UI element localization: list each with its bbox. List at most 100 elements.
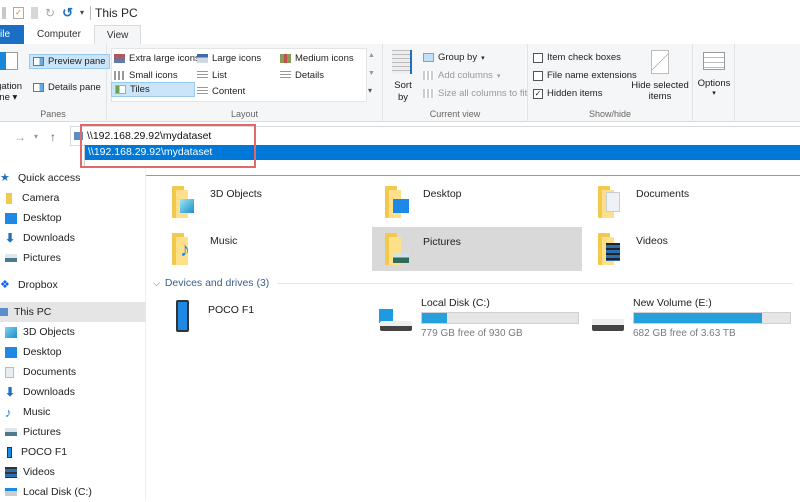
folder-tile-desktop[interactable]: Desktop	[365, 176, 575, 220]
drive-tile-new-volume-e[interactable]: New Volume (E:) 682 GB free of 3.63 TB	[590, 297, 800, 342]
sort-by-label: Sort by	[394, 80, 412, 103]
sidebar-item-dropbox[interactable]: ❖ Dropbox	[0, 275, 146, 295]
sidebar-item-quick-access[interactable]: ★ Quick access	[0, 168, 146, 188]
sidebar-item-label: Desktop	[23, 346, 62, 358]
folder-tile-documents[interactable]: Documents	[578, 176, 788, 220]
file-name-extensions-label: File name extensions	[547, 70, 637, 81]
folder-tile-pictures[interactable]: Pictures	[372, 227, 582, 271]
sidebar-item-label: Desktop	[23, 212, 62, 224]
preview-pane-icon	[33, 57, 44, 66]
layout-extra-large-icons[interactable]: Extra large icons	[114, 53, 200, 64]
up-button[interactable]: ↑	[50, 130, 56, 144]
sidebar-item-pictures-pc[interactable]: Pictures	[0, 422, 146, 442]
size-columns-button[interactable]: Size all columns to fit	[423, 88, 527, 99]
layout-details[interactable]: Details	[280, 70, 324, 81]
content-icon	[197, 87, 208, 96]
sidebar-item-label: Pictures	[23, 252, 61, 264]
autocomplete-suggestion[interactable]: \\192.168.29.92\mydataset	[85, 145, 800, 160]
hide-selected-items-button[interactable]: Hide selected items	[630, 50, 690, 102]
hidden-items-label: Hidden items	[547, 88, 603, 99]
layout-expand[interactable]: ▾	[368, 86, 372, 95]
redo-icon[interactable]: ↻	[45, 6, 55, 20]
devices-section-header[interactable]: ⌵ Devices and drives (3)	[153, 277, 793, 289]
preview-pane-button[interactable]: Preview pane	[29, 54, 110, 69]
section-divider	[277, 282, 793, 284]
navigation-pane: ★ Quick access Camera Desktop ⬇ Downloads …	[0, 168, 146, 501]
sidebar-item-label: Videos	[23, 466, 55, 478]
recent-locations-button[interactable]: ▾	[34, 132, 38, 141]
folder-tile-videos[interactable]: Videos	[578, 223, 788, 267]
item-check-boxes-box	[533, 52, 543, 63]
download-icon: ⬇	[5, 384, 16, 399]
window-title: This PC	[94, 5, 138, 20]
drive-name: Local Disk (C:)	[421, 297, 490, 309]
options-button[interactable]: Options ▾	[695, 52, 733, 97]
sidebar-item-desktop[interactable]: Desktop	[0, 208, 146, 228]
pictures-icon	[5, 428, 17, 436]
sort-icon	[392, 50, 412, 74]
sidebar-item-camera[interactable]: Camera	[0, 188, 146, 208]
folder-tile-music[interactable]: ♪ Music	[152, 223, 362, 267]
current-view-group: Sort by Group by ▾ Add columns ▾ Size all …	[383, 44, 528, 122]
properties-icon[interactable]	[2, 6, 6, 19]
pictures-icon	[385, 233, 409, 265]
tiles-label: Tiles	[130, 84, 150, 95]
folder-tile-3d-objects[interactable]: 3D Objects	[152, 176, 362, 220]
layout-scroll-down[interactable]: ▼	[368, 70, 375, 77]
drive-usage-fill	[634, 313, 762, 323]
device-label: POCO F1	[208, 304, 255, 316]
sidebar-item-downloads-pc[interactable]: ⬇ Downloads	[0, 382, 146, 402]
dropbox-icon: ❖	[0, 278, 10, 291]
sidebar-item-videos[interactable]: Videos	[0, 462, 146, 482]
phone-icon	[7, 446, 12, 458]
sidebar-item-downloads[interactable]: ⬇ Downloads	[0, 228, 146, 248]
layout-scroll-up[interactable]: ▲	[368, 52, 375, 59]
details-pane-button[interactable]: Details pane	[33, 82, 101, 93]
sidebar-item-this-pc[interactable]: This PC	[0, 302, 146, 322]
drive-tile-local-disk-c[interactable]: Local Disk (C:) 779 GB free of 930 GB	[378, 297, 588, 342]
undo-icon[interactable]: ↺	[62, 5, 73, 21]
tab-view[interactable]: View	[93, 25, 142, 44]
file-name-extensions-checkbox[interactable]: File name extensions	[533, 70, 637, 81]
layout-content[interactable]: Content	[197, 86, 245, 97]
folder-label: Desktop	[423, 188, 462, 200]
forward-button[interactable]: →	[14, 130, 26, 144]
devices-header-label: Devices and drives (3)	[164, 277, 270, 289]
hidden-items-checkbox[interactable]: ✓ Hidden items	[533, 88, 602, 99]
navigation-pane-label: igationane ▾	[0, 81, 22, 103]
sidebar-item-documents[interactable]: Documents	[0, 362, 146, 382]
layout-large-icons[interactable]: Large icons	[197, 53, 261, 64]
new-folder-icon[interactable]	[31, 6, 38, 19]
tab-file-label: ile	[0, 29, 11, 40]
add-columns-button[interactable]: Add columns ▾	[423, 70, 500, 81]
folder-label: Documents	[636, 188, 690, 200]
customize-dropdown-icon[interactable]: ▾	[80, 8, 84, 17]
sidebar-item-desktop-pc[interactable]: Desktop	[0, 342, 146, 362]
layout-list[interactable]: List	[197, 70, 227, 81]
sidebar-item-label: Camera	[22, 192, 60, 204]
sidebar-item-label: Music	[23, 406, 51, 418]
layout-medium-icons[interactable]: Medium icons	[280, 53, 354, 64]
content-label: Content	[212, 86, 246, 97]
tab-file[interactable]: ile	[0, 25, 24, 44]
sidebar-item-pictures[interactable]: Pictures	[0, 248, 146, 268]
layout-small-icons[interactable]: Small icons	[114, 70, 178, 81]
sort-by-button[interactable]: Sort by	[389, 50, 415, 106]
item-check-boxes-checkbox[interactable]: Item check boxes	[533, 52, 621, 63]
drive-icon	[380, 321, 412, 331]
hidden-items-box: ✓	[533, 88, 543, 99]
group-by-button[interactable]: Group by ▾	[423, 52, 485, 63]
navigation-pane-icon-frame	[6, 52, 18, 70]
sidebar-item-music[interactable]: ♪ Music	[0, 402, 146, 422]
layout-tiles[interactable]: Tiles	[111, 82, 195, 97]
desktop-icon	[5, 212, 17, 224]
current-view-group-label: Current view	[429, 109, 481, 119]
title-bar: ✓ ↻ ↺ ▾ This PC	[0, 0, 800, 25]
address-input[interactable]: \\192.168.29.92\mydataset	[70, 126, 800, 146]
checkmark-doc-icon[interactable]: ✓	[13, 6, 24, 19]
tab-computer[interactable]: Computer	[24, 25, 94, 44]
sidebar-item-3d-objects[interactable]: 3D Objects	[0, 322, 146, 342]
sidebar-item-local-disk-c[interactable]: Local Disk (C:)	[0, 482, 146, 502]
device-tile-poco-f1[interactable]: POCO F1	[170, 298, 370, 338]
sidebar-item-poco-f1[interactable]: POCO F1	[0, 442, 146, 462]
